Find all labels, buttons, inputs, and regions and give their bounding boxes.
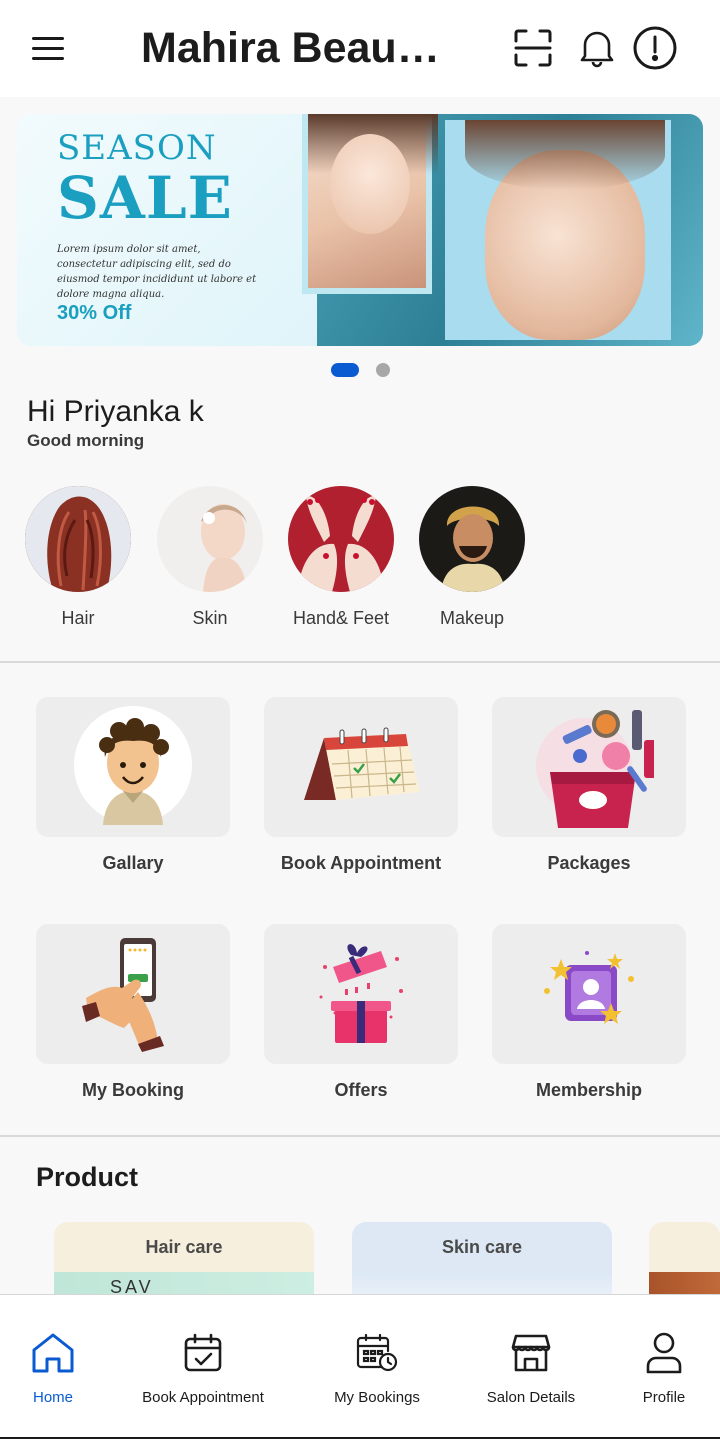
home-icon — [0, 1331, 128, 1375]
makeup-image — [419, 486, 525, 592]
user-icon — [589, 1331, 720, 1375]
nav-label: Home — [32, 1389, 73, 1406]
nav-home[interactable]: Home — [0, 1331, 128, 1406]
hair-image — [25, 486, 131, 592]
skin-image — [157, 486, 263, 592]
nav-profile[interactable]: Profile — [589, 1331, 720, 1406]
product-card-skin-care[interactable]: Skin care — [352, 1222, 612, 1294]
nav-salon-details[interactable]: Salon Details — [456, 1331, 606, 1406]
product-card-image — [352, 1272, 612, 1294]
category-label: Hair — [61, 608, 95, 628]
carousel-dot-active[interactable] — [330, 363, 359, 377]
calendar-clock-icon — [302, 1331, 452, 1375]
section-divider — [0, 1135, 720, 1137]
tile-packages[interactable]: Packages — [492, 697, 686, 874]
product-section-title: Product — [36, 1162, 139, 1192]
promo-banner[interactable]: SEASON SALE Lorem ipsum dolor sit amet, … — [17, 114, 703, 346]
gift-box-icon — [311, 937, 411, 1052]
carousel-indicator — [0, 363, 720, 377]
section-divider — [0, 661, 720, 663]
tile-box — [36, 924, 230, 1064]
tile-box — [264, 924, 458, 1064]
phone-booking-icon — [78, 932, 188, 1057]
greeting-subtitle: Good morning — [27, 431, 145, 450]
tile-label: Gallary — [102, 853, 164, 873]
category-label: Makeup — [439, 608, 505, 628]
hamburger-menu-icon[interactable] — [26, 28, 72, 68]
tile-box — [36, 697, 230, 837]
banner-offer: 30% Off — [57, 302, 132, 324]
bell-icon[interactable] — [573, 24, 621, 72]
tile-book-appointment[interactable]: Book Appointment — [264, 697, 458, 874]
category-hair[interactable]: Hair — [18, 486, 138, 629]
tile-offers[interactable]: Offers — [264, 924, 458, 1101]
calendar-check-icon — [128, 1331, 278, 1375]
nav-label: My Bookings — [334, 1389, 420, 1406]
carousel-dot[interactable] — [375, 363, 390, 377]
banner-season-text: SEASON — [57, 128, 217, 168]
banner-description: Lorem ipsum dolor sit amet, consectetur … — [57, 244, 257, 300]
category-hand-feet[interactable]: Hand& Feet — [281, 486, 401, 629]
avatar-boy-icon — [73, 705, 193, 830]
tile-gallery[interactable]: Gallary — [36, 697, 230, 874]
nav-my-bookings[interactable]: My Bookings — [302, 1331, 452, 1406]
makeup-bag-icon — [524, 700, 656, 835]
store-icon — [456, 1331, 606, 1375]
tile-label: My Booking — [82, 1080, 184, 1100]
app-title: Mahira Beau… — [141, 24, 440, 72]
nav-label: Salon Details — [486, 1389, 576, 1406]
category-label: Skin — [192, 608, 228, 628]
product-card-hair-care[interactable]: Hair care SAV — [54, 1222, 314, 1294]
category-makeup[interactable]: Makeup — [412, 486, 532, 629]
category-skin[interactable]: Skin — [150, 486, 270, 629]
banner-sale-text: SALE — [57, 164, 233, 232]
tile-box — [264, 697, 458, 837]
product-card-image — [649, 1272, 720, 1294]
tile-label: Offers — [334, 1080, 388, 1100]
bottom-navigation: Home Book Appointment My Bookings Salon … — [0, 1294, 720, 1439]
calendar-icon — [296, 720, 426, 815]
tile-box — [492, 924, 686, 1064]
tile-label: Book Appointment — [280, 853, 442, 873]
product-card-title: Hair care — [145, 1237, 223, 1257]
greeting-title: Hi Priyanka k — [27, 395, 204, 428]
membership-card-icon — [539, 947, 639, 1042]
hand-feet-image — [288, 486, 394, 592]
scan-icon[interactable] — [509, 24, 557, 72]
tile-membership[interactable]: Membership — [492, 924, 686, 1101]
banner-model-photo — [302, 114, 438, 294]
product-card-image: SAV — [54, 1272, 314, 1294]
tile-label: Membership — [535, 1080, 643, 1100]
product-card-title — [649, 1222, 720, 1272]
product-card-partial[interactable] — [649, 1222, 720, 1294]
tile-my-booking[interactable]: My Booking — [36, 924, 230, 1101]
product-card-title: Skin care — [441, 1237, 523, 1257]
tile-box — [492, 697, 686, 837]
nav-label: Book Appointment — [142, 1389, 264, 1406]
nav-label: Profile — [642, 1389, 686, 1406]
app-header: Mahira Beau… — [0, 0, 720, 97]
info-icon[interactable] — [631, 24, 679, 72]
category-label: Hand& Feet — [292, 608, 390, 628]
tile-label: Packages — [547, 853, 631, 873]
nav-book-appointment[interactable]: Book Appointment — [128, 1331, 278, 1406]
banner-model-closeup — [445, 120, 671, 340]
